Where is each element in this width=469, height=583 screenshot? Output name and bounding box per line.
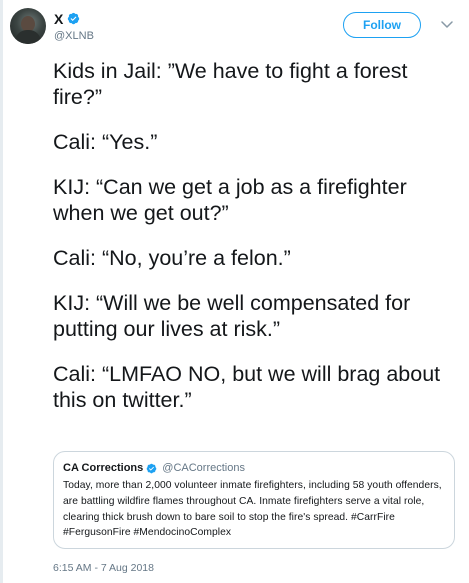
tweet-paragraph: KIJ: “Can we get a job as a firefighter … [53,175,407,225]
tweet-paragraph: Cali: “LMFAO NO, but we will brag about … [53,362,441,412]
quoted-display-name: CA Corrections [63,462,144,474]
tweet-text: Kids in Jail: ”We have to fight a forest… [53,58,463,432]
author-username[interactable]: @XLNB [54,30,94,42]
avatar[interactable] [10,8,46,44]
display-name-row: X [54,10,94,27]
tweet-timestamp[interactable]: 6:15 AM - 7 Aug 2018 [53,562,154,574]
follow-button[interactable]: Follow [343,12,421,38]
quoted-tweet-header: CA Corrections @CACorrections [63,461,445,475]
author-display-name[interactable]: X [54,11,63,27]
tweet-paragraph: Kids in Jail: ”We have to fight a forest… [53,59,408,109]
tweet-header: X @XLNB Follow [10,8,459,48]
chevron-down-icon[interactable] [441,20,453,30]
verified-badge-icon [146,463,157,473]
tweet-paragraph: Cali: “Yes.” [53,130,158,154]
quoted-tweet[interactable]: CA Corrections @CACorrections Today, mor… [53,451,455,549]
author-names[interactable]: X @XLNB [54,10,94,43]
avatar-body [15,30,41,44]
quoted-tweet-text: Today, more than 2,000 volunteer inmate … [63,480,442,539]
quoted-username: @CACorrections [162,462,245,474]
tweet-paragraph: Cali: “No, you’re a felon.” [53,246,291,270]
verified-badge-icon [68,12,80,25]
thread-line [0,0,3,583]
tweet-paragraph: KIJ: “Will we be well compensated for pu… [53,291,411,341]
tweet-card: X @XLNB Follow Kids in Jail: ”We have to… [0,0,469,583]
